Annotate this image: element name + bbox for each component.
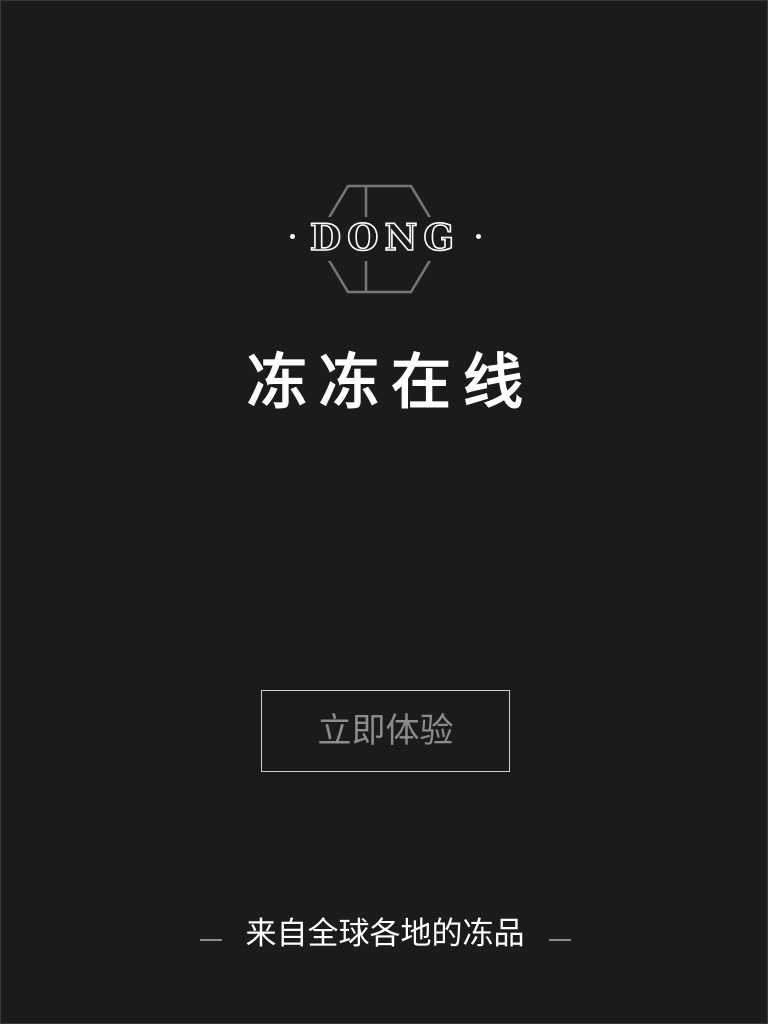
footer-tagline: 来自全球各地的冻品 — [1, 909, 768, 959]
logo-wordmark: DONG — [309, 216, 461, 260]
try-now-button[interactable]: 立即体验 — [261, 690, 510, 772]
dot-icon — [290, 234, 295, 239]
splash-screen: DONG 冻冻在线 立即体验 来自全球各地的冻品 — [0, 0, 768, 1024]
tagline-text: 来自全球各地的冻品 — [245, 916, 525, 952]
dash-icon — [548, 939, 571, 941]
dash-icon — [199, 939, 222, 941]
app-title: 冻冻在线 — [247, 348, 535, 418]
dot-icon — [476, 234, 481, 239]
brand-logo: DONG — [285, 183, 485, 295]
